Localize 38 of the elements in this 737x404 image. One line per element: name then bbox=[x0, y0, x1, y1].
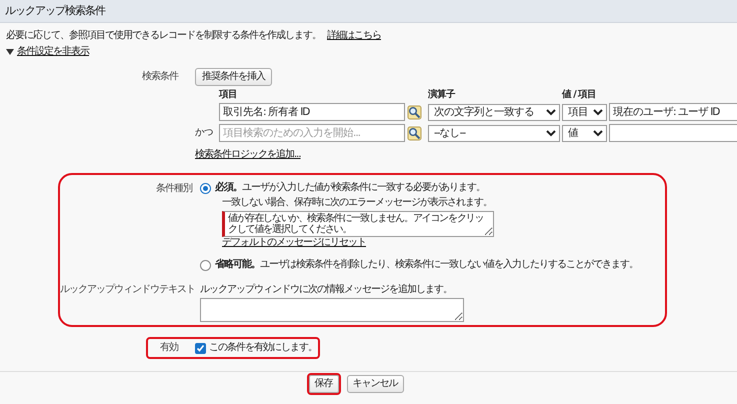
description-text: 必要に応じて、参照項目で使用できるレコードを制限する条件を作成します。 bbox=[6, 30, 321, 42]
value-type-select[interactable]: 値 bbox=[562, 124, 607, 142]
checkbox[interactable] bbox=[195, 342, 206, 354]
lookup-message-field[interactable] bbox=[200, 298, 464, 322]
field-label: ルックアップウィンドウテキスト bbox=[60, 282, 192, 297]
cancel-button[interactable]: キャンセル bbox=[346, 375, 404, 393]
help-link[interactable]: 詳細はこちら bbox=[327, 30, 381, 42]
field-input[interactable]: 取引先名: 所有者 ID bbox=[219, 103, 405, 121]
checkbox-label: この条件を有効にします。 bbox=[209, 342, 317, 354]
lookup-icon[interactable] bbox=[407, 126, 422, 140]
option-text: 省略可能。ユーザは検索条件を削除したり、検索条件に一致しない値を入力したりすることができます。 bbox=[215, 259, 638, 271]
value-input[interactable]: 現在のユーザ: ユーザ ID bbox=[609, 103, 737, 121]
operator-select[interactable]: --なし-- bbox=[428, 124, 560, 142]
field-label: 検索条件 bbox=[141, 70, 178, 84]
field-input[interactable]: 項目検索のための入力を開始... bbox=[219, 124, 405, 142]
error-message-field[interactable]: 値が存在しないか、検索条件に一致しません。アイコンをクリックして値を選択してください。 bbox=[222, 211, 494, 237]
insert-suggested-button[interactable]: 推奨条件を挿入 bbox=[195, 68, 272, 86]
value-type-select[interactable]: 項目 bbox=[562, 104, 607, 120]
hide-settings-link[interactable]: 条件設定を非表示 bbox=[17, 46, 89, 58]
error-prompt: 一致しない場合、保存時に次のエラーメッセージが表示されます。 bbox=[222, 197, 493, 209]
field-label: 条件種別 bbox=[155, 182, 192, 196]
operator-select[interactable]: 次の文字列と一致する bbox=[428, 104, 560, 120]
reset-link[interactable]: デフォルトのメッセージにリセット bbox=[222, 237, 366, 248]
triangle-icon[interactable] bbox=[6, 49, 14, 55]
field-label: 有効 bbox=[159, 342, 178, 354]
add-logic-link[interactable]: 検索条件ロジックを追加... bbox=[195, 149, 737, 161]
lookup-prompt: ルックアップウィンドウに次の情報メッセージを追加します。 bbox=[200, 282, 453, 296]
section-title: ルックアップ検索条件 bbox=[0, 0, 737, 23]
lookup-icon[interactable] bbox=[407, 104, 422, 120]
radio-button[interactable] bbox=[200, 182, 211, 194]
option-text: 必須。ユーザが入力した値が検索条件に一致する必要があります。 bbox=[215, 182, 485, 194]
connector-label: かつ bbox=[195, 127, 214, 139]
column-header: 演算子 bbox=[428, 90, 456, 100]
column-header: 値 / 項目 bbox=[562, 90, 598, 100]
column-header: 項目 bbox=[219, 90, 238, 100]
radio-button[interactable] bbox=[200, 260, 211, 270]
save-button[interactable]: 保存 bbox=[308, 375, 338, 393]
value-input[interactable] bbox=[609, 124, 737, 142]
